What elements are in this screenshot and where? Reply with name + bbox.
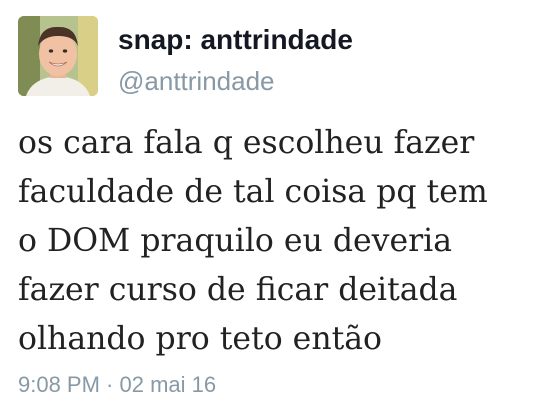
tweet-text-line: faculdade de tal coisa pq tem (18, 174, 488, 210)
tweet-card: snap: anttrindade @anttrindade os cara f… (0, 0, 540, 416)
tweet-text-line: o DOM praquilo eu deveria (18, 223, 453, 259)
tweet-text-line: fazer curso de ficar deitada (18, 272, 458, 308)
display-name[interactable]: snap: anttrindade (118, 24, 353, 56)
tweet-timestamp[interactable]: 9:08 PM · 02 mai 16 (18, 372, 216, 398)
profile-photo-icon (18, 16, 98, 96)
tweet-text-line: olhando pro teto então (18, 321, 383, 357)
tweet-text-line: os cara fala q escolheu fazer (18, 125, 475, 161)
user-handle[interactable]: @anttrindade (118, 66, 275, 97)
tweet-text: os cara fala q escolheu fazer faculdade … (18, 119, 528, 364)
avatar[interactable] (18, 16, 98, 96)
